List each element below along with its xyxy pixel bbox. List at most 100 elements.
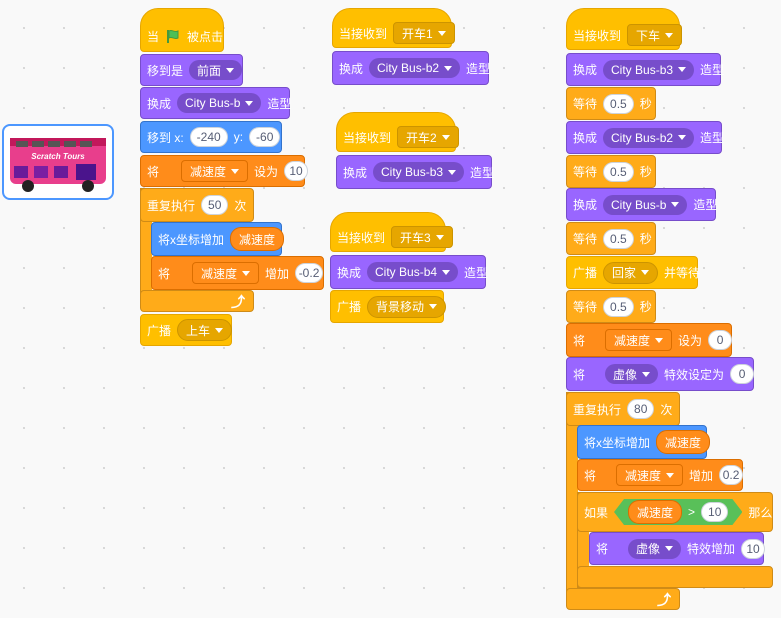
message-dropdown[interactable]: 开车1 xyxy=(393,22,455,44)
broadcast-block[interactable]: 广播 背景移动 xyxy=(330,290,447,323)
if-then-block[interactable]: 如果 减速度 > 10 那么 xyxy=(577,492,773,532)
block-label: 将 xyxy=(596,542,609,556)
chevron-down-icon xyxy=(665,546,674,551)
block-label: 将 xyxy=(584,468,597,483)
chevron-down-icon xyxy=(215,327,224,333)
chevron-down-icon xyxy=(226,67,235,73)
block-label: y: xyxy=(233,130,244,144)
switch-costume-block[interactable]: 换成 City Bus-b4 造型 xyxy=(330,255,488,289)
costume-dropdown[interactable]: City Bus-b2 xyxy=(369,58,461,78)
change-x-block[interactable]: 将x坐标增加 减速度 xyxy=(577,425,711,459)
message-dropdown[interactable]: 开车3 xyxy=(391,226,453,248)
block-label: 换成 xyxy=(573,198,598,212)
change-variable-block[interactable]: 将 减速度 增加 0.2 xyxy=(577,459,744,491)
chevron-down-icon xyxy=(678,67,687,72)
costume-dropdown[interactable]: City Bus-b2 xyxy=(603,127,695,148)
block-label: 等待 xyxy=(573,165,598,179)
costume-dropdown[interactable]: City Bus-b4 xyxy=(367,262,459,282)
wait-seconds-input[interactable]: 0.5 xyxy=(603,161,634,182)
wait-seconds-input[interactable]: 0.5 xyxy=(603,296,634,317)
message-dropdown[interactable]: 下车 xyxy=(627,24,683,46)
value-input[interactable]: 0 xyxy=(708,330,733,350)
value-input[interactable]: 0 xyxy=(730,364,755,384)
sprite-thumbnail[interactable]: Scratch Tours xyxy=(2,124,114,200)
effect-dropdown[interactable]: 虚像 xyxy=(628,538,682,559)
wait-block[interactable]: 等待 0.5 秒 xyxy=(566,222,656,255)
switch-costume-block[interactable]: 换成 City Bus-b 造型 xyxy=(566,188,717,221)
switch-costume-block[interactable]: 换成 City Bus-b3 造型 xyxy=(336,155,494,189)
when-receive-hat[interactable]: 当接收到 开车1 xyxy=(332,8,455,48)
wait-seconds-input[interactable]: 0.5 xyxy=(603,93,634,114)
y-input[interactable]: -60 xyxy=(249,127,281,147)
dropdown-value: 回家 xyxy=(612,266,637,280)
when-receive-hat[interactable]: 当接收到 下车 xyxy=(566,8,683,50)
variable-dropdown[interactable]: 减速度 xyxy=(181,160,249,182)
block-label: 换成 xyxy=(573,63,598,77)
repeat-block[interactable]: 重复执行 50 次 xyxy=(140,188,254,222)
block-label: 特效增加 xyxy=(687,542,736,556)
value-input[interactable]: -0.2 xyxy=(295,263,323,283)
effect-dropdown[interactable]: 虚像 xyxy=(605,364,659,384)
switch-costume-block[interactable]: 换成 City Bus-b2 造型 xyxy=(332,51,490,85)
variable-reporter[interactable]: 减速度 xyxy=(656,430,711,454)
wait-block[interactable]: 等待 0.5 秒 xyxy=(566,290,656,323)
chevron-down-icon xyxy=(437,30,446,36)
set-variable-block[interactable]: 将 减速度 设为 10 xyxy=(140,155,309,187)
compare-value-input[interactable]: 10 xyxy=(701,502,728,522)
variable-reporter[interactable]: 减速度 xyxy=(628,500,682,524)
switch-costume-block[interactable]: 换成 City Bus-b 造型 xyxy=(140,87,291,119)
block-label: 当接收到 xyxy=(343,130,392,145)
dropdown-value: City Bus-b xyxy=(185,96,241,110)
message-dropdown[interactable]: 背景移动 xyxy=(367,295,447,318)
set-effect-block[interactable]: 将 虚像 特效设定为 0 xyxy=(566,357,755,391)
change-variable-block[interactable]: 将 减速度 增加 -0.2 xyxy=(151,256,324,290)
when-flag-clicked-hat[interactable]: 当 被点击 xyxy=(140,8,224,52)
when-receive-hat[interactable]: 当接收到 开车3 xyxy=(330,212,453,252)
costume-dropdown[interactable]: City Bus-b3 xyxy=(373,162,465,182)
block-label: 将 xyxy=(158,266,171,281)
message-dropdown[interactable]: 回家 xyxy=(603,261,659,284)
block-label: 增加 xyxy=(689,468,714,483)
wait-block[interactable]: 等待 0.5 秒 xyxy=(566,155,656,188)
block-label: 将 xyxy=(147,164,160,179)
variable-reporter[interactable]: 减速度 xyxy=(230,227,285,251)
broadcast-block[interactable]: 广播 上车 xyxy=(140,314,233,346)
variable-dropdown[interactable]: 减速度 xyxy=(192,262,260,284)
value-input[interactable]: 0.2 xyxy=(719,465,744,485)
chevron-down-icon xyxy=(444,65,453,71)
switch-costume-block[interactable]: 换成 City Bus-b3 造型 xyxy=(566,53,724,86)
block-label: 那么 xyxy=(748,505,773,520)
go-to-layer-block[interactable]: 移到是 前面 xyxy=(140,54,243,86)
variable-dropdown[interactable]: 减速度 xyxy=(605,329,673,351)
change-effect-block[interactable]: 将 虚像 特效增加 10 xyxy=(589,532,766,565)
broadcast-and-wait-block[interactable]: 广播 回家 并等待 xyxy=(566,256,700,289)
when-receive-hat[interactable]: 当接收到 开车2 xyxy=(336,112,459,152)
repeat-count-input[interactable]: 80 xyxy=(627,399,655,419)
x-input[interactable]: -240 xyxy=(189,127,228,147)
costume-dropdown[interactable]: City Bus-b xyxy=(603,194,688,215)
layer-dropdown[interactable]: 前面 xyxy=(189,60,243,80)
costume-dropdown[interactable]: City Bus-b xyxy=(177,93,262,113)
switch-costume-block[interactable]: 换成 City Bus-b2 造型 xyxy=(566,121,724,154)
block-label: 等待 xyxy=(573,300,598,314)
dropdown-value: 虚像 xyxy=(613,367,638,382)
value-input[interactable]: 10 xyxy=(741,538,766,559)
block-label: 当接收到 xyxy=(573,28,622,43)
block-label: 次 xyxy=(660,402,673,417)
change-x-block[interactable]: 将x坐标增加 减速度 xyxy=(151,222,285,256)
go-to-xy-block[interactable]: 移到 x: -240 y: -60 xyxy=(140,121,282,153)
block-label: 将 xyxy=(573,333,586,348)
costume-dropdown[interactable]: City Bus-b3 xyxy=(603,59,695,80)
repeat-block[interactable]: 重复执行 80 次 xyxy=(566,392,680,426)
repeat-count-input[interactable]: 50 xyxy=(201,195,229,215)
message-dropdown[interactable]: 开车2 xyxy=(397,126,459,148)
value-input[interactable]: 10 xyxy=(284,161,309,181)
block-label: 广播 xyxy=(147,323,172,338)
variable-dropdown[interactable]: 减速度 xyxy=(616,464,684,486)
block-label: 重复执行 xyxy=(147,198,196,213)
wait-seconds-input[interactable]: 0.5 xyxy=(603,228,634,249)
wait-block[interactable]: 等待 0.5 秒 xyxy=(566,87,656,120)
message-dropdown[interactable]: 上车 xyxy=(177,319,233,341)
greater-than-operator[interactable]: 减速度 > 10 xyxy=(614,499,742,525)
set-variable-block[interactable]: 将 减速度 设为 0 xyxy=(566,323,733,357)
